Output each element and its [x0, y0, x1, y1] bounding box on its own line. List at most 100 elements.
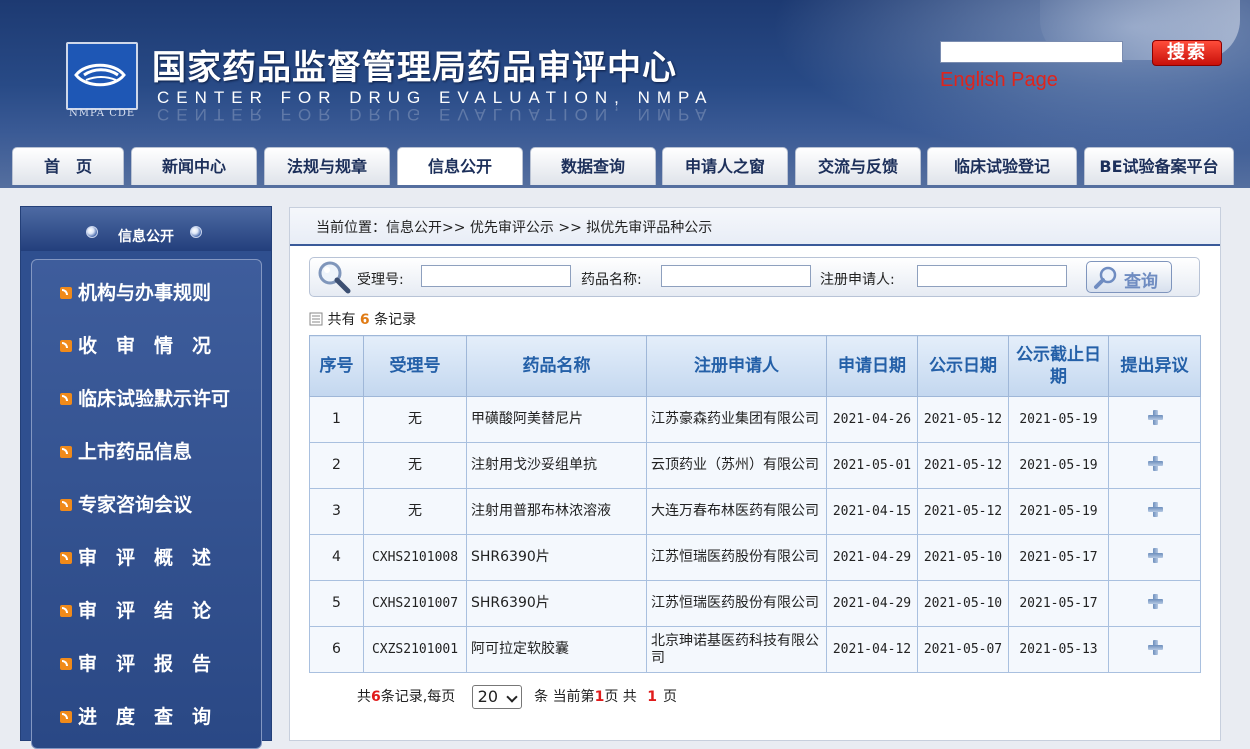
search-input[interactable]: [940, 41, 1123, 63]
sidebar-item-label: 审 评 结 论: [78, 600, 212, 622]
pager-unit: 条: [534, 689, 549, 705]
sidebar-item-review-report[interactable]: 审 评 报 告: [60, 649, 260, 679]
sidebar-item-label: 上市药品信息: [78, 441, 193, 463]
apply-date: 2021-04-12: [826, 626, 918, 673]
drug-name: 注射用戈沙妥组单抗: [466, 442, 647, 489]
rss-icon: [60, 393, 72, 405]
record-count: 共有 6 条记录: [309, 309, 416, 329]
column-header: 注册申请人: [646, 335, 827, 397]
row-number: 3: [309, 488, 364, 535]
acceptance-no: 无: [363, 442, 467, 489]
table-row: 6 CXZS2101001 阿可拉定软胶囊 北京珅诺基医药科技有限公司 2021…: [309, 626, 1201, 673]
sidebar-item-progress-query[interactable]: 进 度 查 询: [60, 702, 260, 732]
record-count-suffix: 条记录: [374, 312, 417, 328]
row-number: 2: [309, 442, 364, 489]
sidebar-item-label: 审 评 概 述: [78, 547, 212, 569]
acceptance-no: CXHS2101007: [363, 580, 467, 627]
tab-news[interactable]: 新闻中心: [131, 147, 257, 185]
sidebar-item-label: 审 评 报 告: [78, 653, 212, 675]
logo-eye-icon: [74, 63, 126, 87]
sidebar-item-review-overview[interactable]: 审 评 概 述: [60, 543, 260, 573]
pager-total: 6: [371, 689, 381, 705]
sidebar-item-label: 临床试验默示许可: [78, 388, 231, 410]
plus-icon[interactable]: [1147, 547, 1163, 563]
publish-date: 2021-05-12: [917, 488, 1009, 535]
sidebar-item-clinical-permit[interactable]: 临床试验默示许可: [60, 384, 260, 414]
objection-cell: [1108, 580, 1201, 627]
objection-cell: [1108, 534, 1201, 581]
column-header: 申请日期: [826, 335, 918, 397]
plus-icon[interactable]: [1147, 593, 1163, 609]
objection-cell: [1108, 626, 1201, 673]
deadline-date: 2021-05-17: [1008, 580, 1109, 627]
acceptance-no: 无: [363, 488, 467, 535]
acceptance-no: 无: [363, 396, 467, 443]
publish-date: 2021-05-10: [917, 534, 1009, 581]
table-row: 2 无 注射用戈沙妥组单抗 云顶药业（苏州）有限公司 2021-05-01 20…: [309, 442, 1201, 489]
sidebar-title: 信息公开: [118, 229, 174, 245]
pager-total-prefix: 共: [357, 689, 371, 705]
tab-clinical-trials[interactable]: 临床试验登记: [927, 147, 1077, 185]
table-row: 5 CXHS2101007 SHR6390片 江苏恒瑞医药股份有限公司 2021…: [309, 580, 1201, 627]
deadline-date: 2021-05-19: [1008, 442, 1109, 489]
tab-home[interactable]: 首 页: [12, 147, 124, 185]
column-header: 药品名称: [466, 335, 647, 397]
column-header: 公示截止日期: [1008, 335, 1109, 397]
drug-name: SHR6390片: [466, 534, 647, 581]
sidebar-item-review-conclusion[interactable]: 审 评 结 论: [60, 596, 260, 626]
page-size-select[interactable]: 20: [471, 685, 522, 709]
deadline-date: 2021-05-13: [1008, 626, 1109, 673]
sidebar-item-label: 收 审 情 况: [78, 335, 212, 357]
page-size-value: 20: [477, 687, 499, 706]
applicant: 江苏恒瑞医药股份有限公司: [646, 580, 827, 627]
sidebar-item-marketed-drugs[interactable]: 上市药品信息: [60, 437, 260, 467]
sidebar-item-expert-meeting[interactable]: 专家咨询会议: [60, 490, 260, 520]
drug-name-input[interactable]: [661, 265, 811, 287]
apply-date: 2021-04-29: [826, 580, 918, 627]
search-button[interactable]: 搜索: [1152, 40, 1222, 66]
pager-current-prefix: 当前第: [552, 689, 595, 705]
row-number: 1: [309, 396, 364, 443]
chevron-down-icon: [505, 691, 518, 703]
sidebar-item-acceptance[interactable]: 收 审 情 况: [60, 331, 260, 361]
row-number: 6: [309, 626, 364, 673]
bullet-icon: [190, 226, 202, 238]
applicant-input[interactable]: [917, 265, 1067, 287]
acceptance-no-input[interactable]: [421, 265, 571, 287]
pager-current: 1: [594, 689, 605, 705]
table-row: 1 无 甲磺酸阿美替尼片 江苏豪森药业集团有限公司 2021-04-26 202…: [309, 396, 1201, 443]
acceptance-no: CXHS2101008: [363, 534, 467, 581]
tab-information[interactable]: 信息公开: [397, 147, 523, 185]
plus-icon[interactable]: [1147, 455, 1163, 471]
pager-current-suffix: 页 共: [604, 689, 637, 705]
drug-name: 注射用普那布林浓溶液: [466, 488, 647, 535]
column-header: 公示日期: [917, 335, 1009, 397]
query-button-label: 查询: [1124, 272, 1158, 292]
rss-icon: [60, 499, 72, 511]
deadline-date: 2021-05-19: [1008, 488, 1109, 535]
column-header: 序号: [309, 335, 364, 397]
applicant: 江苏豪森药业集团有限公司: [646, 396, 827, 443]
record-count-number: 6: [359, 312, 370, 328]
tab-applicant[interactable]: 申请人之窗: [662, 147, 788, 185]
site-title: 国家药品监督管理局药品审评中心: [152, 48, 677, 88]
plus-icon[interactable]: [1147, 501, 1163, 517]
pager-pages-suffix: 页: [662, 689, 677, 705]
rss-icon: [60, 658, 72, 670]
table-row: 4 CXHS2101008 SHR6390片 江苏恒瑞医药股份有限公司 2021…: [309, 534, 1201, 581]
tab-feedback[interactable]: 交流与反馈: [795, 147, 921, 185]
apply-date: 2021-04-15: [826, 488, 918, 535]
sidebar-item-rules[interactable]: 机构与办事规则: [60, 278, 260, 308]
acceptance-no-label: 受理号:: [357, 272, 404, 288]
tab-data-query[interactable]: 数据查询: [530, 147, 656, 185]
rss-icon: [60, 552, 72, 564]
tab-be-platform[interactable]: BE试验备案平台: [1084, 147, 1234, 185]
plus-icon[interactable]: [1147, 639, 1163, 655]
tab-regulations[interactable]: 法规与规章: [264, 147, 390, 185]
english-page-link[interactable]: English Page: [940, 69, 1058, 92]
pager-pages: 1: [647, 689, 657, 705]
drug-name: SHR6390片: [466, 580, 647, 627]
publish-date: 2021-05-12: [917, 396, 1009, 443]
plus-icon[interactable]: [1147, 409, 1163, 425]
applicant: 江苏恒瑞医药股份有限公司: [646, 534, 827, 581]
